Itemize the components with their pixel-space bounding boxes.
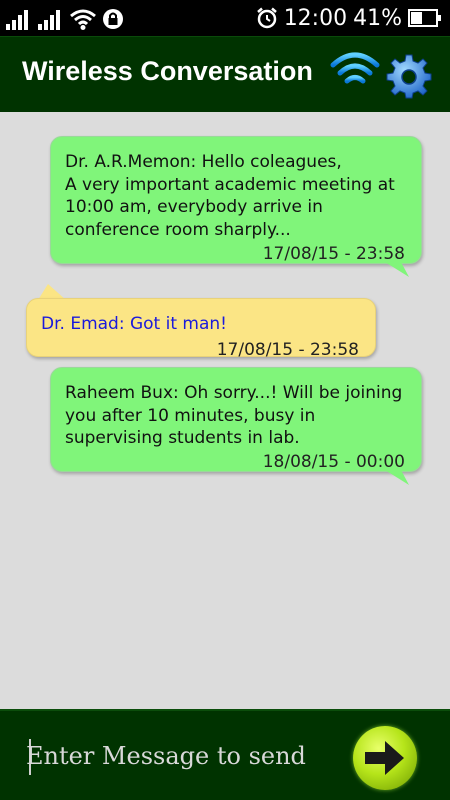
message-text: Dr. Emad: Got it man! <box>41 314 227 334</box>
message-input[interactable] <box>26 733 336 779</box>
page-title: Wireless Conversation <box>22 56 313 86</box>
alarm-icon <box>256 7 277 29</box>
composer-bar <box>0 709 450 800</box>
wifi-icon <box>330 52 380 102</box>
chat-area[interactable]: Dr. A.R.Memon: Hello coleagues, A very i… <box>0 112 450 709</box>
settings-button[interactable] <box>386 53 432 99</box>
message-bubble[interactable]: Dr. Emad: Got it man! 17/08/15 - 23:58 <box>26 298 376 360</box>
arrow-right-icon <box>365 741 404 775</box>
lock-icon <box>103 9 123 29</box>
wifi-button[interactable] <box>330 47 380 103</box>
message-bubble[interactable]: Dr. A.R.Memon: Hello coleagues, A very i… <box>50 136 422 264</box>
message-timestamp: 17/08/15 - 23:58 <box>216 340 359 360</box>
battery-icon <box>408 9 441 27</box>
signal-icon <box>6 10 28 30</box>
app-header: Wireless Conversation <box>0 36 450 112</box>
status-icons-left <box>6 6 124 30</box>
signal-icon <box>38 10 60 30</box>
send-button[interactable] <box>353 726 417 790</box>
message-text: Raheem Bux: Oh sorry...! Will be joining… <box>65 383 403 448</box>
message-text: Dr. A.R.Memon: Hello coleagues, A very i… <box>65 152 395 240</box>
gear-icon <box>386 54 432 99</box>
battery-percent: 41% <box>353 5 402 31</box>
status-time: 12:00 <box>283 5 348 31</box>
status-bar: 12:00 41% <box>0 0 450 36</box>
status-icons-right: 12:00 41% <box>256 4 442 32</box>
bubble-tail <box>385 262 409 277</box>
wifi-icon <box>70 9 96 30</box>
message-timestamp: 17/08/15 - 23:58 <box>262 244 405 264</box>
message-timestamp: 18/08/15 - 00:00 <box>262 452 405 472</box>
bubble-tail <box>385 470 409 485</box>
message-bubble[interactable]: Raheem Bux: Oh sorry...! Will be joining… <box>50 367 422 472</box>
